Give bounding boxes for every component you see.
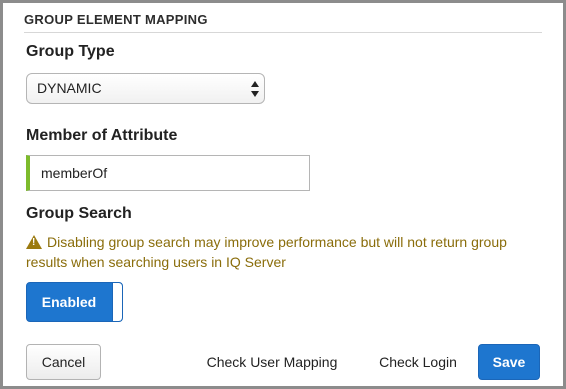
section-divider xyxy=(24,32,542,33)
section-title: GROUP ELEMENT MAPPING xyxy=(24,12,208,27)
save-button[interactable]: Save xyxy=(478,344,540,380)
group-search-warning: Disabling group search may improve perfo… xyxy=(26,232,551,272)
cancel-button[interactable]: Cancel xyxy=(26,344,101,380)
group-search-toggle[interactable]: Enabled xyxy=(26,282,123,322)
select-arrows-icon xyxy=(250,81,259,97)
check-user-mapping-button[interactable]: Check User Mapping xyxy=(195,344,349,380)
warning-triangle-icon xyxy=(26,235,42,249)
group-element-mapping-panel: GROUP ELEMENT MAPPING Group Type DYNAMIC… xyxy=(0,0,566,389)
member-of-attribute-label: Member of Attribute xyxy=(26,127,178,144)
check-login-button[interactable]: Check Login xyxy=(370,344,466,380)
toggle-knob[interactable] xyxy=(112,283,122,321)
group-type-select[interactable]: DYNAMIC xyxy=(26,73,265,104)
group-search-warning-text: Disabling group search may improve perfo… xyxy=(26,234,507,270)
toggle-label: Enabled xyxy=(41,294,97,310)
member-of-attribute-input[interactable]: memberOf xyxy=(26,155,310,191)
group-search-label: Group Search xyxy=(26,205,132,222)
group-type-selected-value: DYNAMIC xyxy=(37,80,102,96)
group-type-label: Group Type xyxy=(26,43,115,60)
